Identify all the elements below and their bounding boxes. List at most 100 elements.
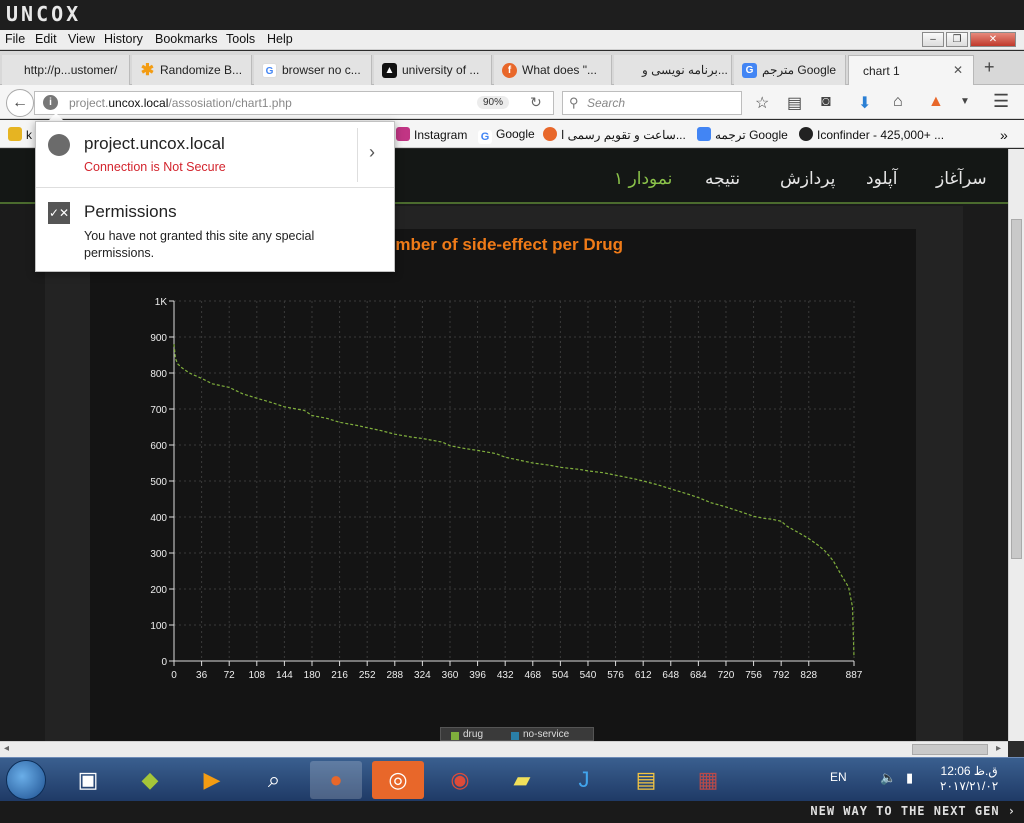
scroll-right-icon[interactable]: ▸ [996, 743, 1001, 754]
tab-customer[interactable]: http://p...ustomer/ [2, 55, 130, 85]
permissions-title: Permissions [84, 202, 177, 221]
x-tick-label: 468 [524, 670, 541, 681]
x-tick-label: 612 [635, 670, 652, 681]
site-info-icon[interactable]: i [43, 95, 58, 110]
system-clock[interactable]: 12:06 ق.ظ ۲۰۱۷/۲۱/۰۲ [940, 764, 998, 794]
x-tick-label: 396 [469, 670, 486, 681]
tab-bar: http://p...ustomer/ ✱ Randomize B... G b… [0, 51, 1024, 85]
bookmark-google-translate[interactable]: ترجمه Google [697, 127, 788, 142]
extension-dropdown-icon[interactable]: ▼ [960, 96, 970, 107]
google-icon: G [478, 130, 492, 144]
tab-label: chart 1 [863, 64, 900, 78]
chart-legend: drug no-service [440, 727, 594, 741]
y-tick-label: 800 [150, 369, 167, 380]
jetbrains-icon[interactable]: J [558, 761, 610, 799]
tab-chart-1[interactable]: chart 1 ✕ [848, 55, 974, 85]
menu-help[interactable]: Help [267, 32, 293, 46]
vertical-scroll-thumb[interactable] [1011, 219, 1022, 559]
x-tick-label: 108 [248, 670, 265, 681]
menu-history[interactable]: History [104, 32, 143, 46]
firefox-icon: f [502, 63, 517, 78]
os-brand-logo: UNCOX [6, 2, 82, 26]
folder-icon [8, 127, 22, 141]
firefox-taskbar-icon[interactable]: ● [310, 761, 362, 799]
menu-bookmarks[interactable]: Bookmarks [155, 32, 218, 46]
search-input[interactable]: ⚲ Search [562, 91, 742, 115]
reading-list-icon[interactable]: ▤ [787, 93, 802, 113]
download-icon[interactable]: ⬇ [858, 93, 871, 113]
hamburger-menu-icon[interactable]: ☰ [993, 91, 1009, 112]
horizontal-scrollbar[interactable]: ◂ ▸ [0, 741, 1008, 757]
legend-swatch-drug [451, 732, 459, 740]
menu-edit[interactable]: Edit [35, 32, 57, 46]
legend-label-no-service: no-service [523, 729, 570, 740]
series-line-drug [173, 344, 855, 658]
tab-browser-no-cache[interactable]: G browser no c... [254, 55, 372, 85]
vertical-scrollbar[interactable] [1008, 149, 1024, 741]
start-button[interactable] [6, 760, 46, 800]
zoom-indicator[interactable]: 90% [477, 96, 510, 109]
tab-label: برنامه نویسی و... [642, 63, 728, 77]
home-icon[interactable]: ⌂ [893, 93, 903, 111]
extension-icon[interactable]: ▲ [928, 93, 944, 111]
screenshot-app-icon[interactable]: ◎ [372, 761, 424, 799]
nox-app-icon[interactable]: ▣ [62, 761, 114, 799]
calendar-icon [543, 127, 557, 141]
more-info-arrow-icon[interactable]: › [369, 142, 375, 163]
bookmarks-overflow-icon[interactable]: » [1000, 127, 1008, 143]
y-tick-label: 200 [150, 585, 167, 596]
bookmark-persian-calendar[interactable]: ساعت و تقویم رسمی ا... [543, 127, 686, 142]
close-window-button[interactable]: ✕ [970, 32, 1016, 47]
minimize-button[interactable]: – [922, 32, 944, 47]
tab-what-does[interactable]: f What does "... [494, 55, 612, 85]
keyboard-language[interactable]: EN [830, 770, 847, 784]
file-explorer-icon[interactable]: ▤ [620, 761, 672, 799]
tab-persian-programming[interactable]: برنامه نویسی و... [614, 55, 732, 85]
pocket-icon[interactable]: ◙ [821, 93, 831, 111]
bookmark-google[interactable]: G Google [478, 127, 535, 144]
x-tick-label: 0 [171, 670, 177, 681]
bookmark-instagram[interactable]: Instagram [396, 127, 467, 142]
tab-google-translate[interactable]: G مترجم Google [734, 55, 846, 85]
x-tick-label: 288 [386, 670, 403, 681]
android-studio-icon[interactable]: ◆ [124, 761, 176, 799]
scroll-left-icon[interactable]: ◂ [4, 743, 9, 754]
menu-view[interactable]: View [68, 32, 95, 46]
translate-icon: G [742, 63, 757, 78]
x-tick-label: 36 [196, 670, 208, 681]
horizontal-scroll-thumb[interactable] [912, 744, 988, 755]
x-tick-label: 720 [718, 670, 735, 681]
y-tick-label: 600 [150, 441, 167, 452]
maximize-button[interactable]: ❐ [946, 32, 968, 47]
close-tab-icon[interactable]: ✕ [953, 63, 963, 77]
network-icon[interactable]: ▮ [906, 770, 913, 786]
popup-divider [357, 128, 358, 182]
tab-label: مترجم Google [762, 63, 837, 77]
url-bar[interactable]: i project.uncox.local/assosiation/chart1… [34, 91, 554, 115]
new-tab-icon[interactable]: + [984, 57, 995, 78]
tab-label: http://p...ustomer/ [24, 63, 118, 77]
chrome-icon[interactable]: ◉ [434, 761, 486, 799]
menu-file[interactable]: File [5, 32, 25, 46]
iconfinder-icon [799, 127, 813, 141]
volume-icon[interactable]: 🔈 [880, 770, 896, 786]
bookmark-star-icon[interactable]: ☆ [755, 93, 769, 113]
university-icon: ▲ [382, 63, 397, 78]
permissions-icon: ✓✕ [48, 202, 70, 224]
sticky-notes-icon[interactable]: ▰ [496, 761, 548, 799]
os-bottom-bar: NEW WAY TO THE NEXT GEN › [0, 801, 1024, 823]
tab-randomize[interactable]: ✱ Randomize B... [132, 55, 252, 85]
x-tick-label: 324 [414, 670, 431, 681]
tab-university[interactable]: ▲ university of ... [374, 55, 492, 85]
search-placeholder: Search [587, 96, 626, 110]
menu-tools[interactable]: Tools [226, 32, 255, 46]
search-files-icon[interactable]: ⌕ [248, 761, 300, 799]
x-tick-label: 360 [442, 670, 459, 681]
back-button[interactable]: ← [6, 89, 34, 117]
winrar-icon[interactable]: ▦ [682, 761, 734, 799]
media-player-icon[interactable]: ▶ [186, 761, 238, 799]
reload-icon[interactable]: ↻ [530, 94, 542, 111]
bookmark-folder[interactable]: k [8, 127, 32, 142]
bookmark-iconfinder[interactable]: Iconfinder - 425,000+ ... [799, 127, 944, 142]
x-tick-label: 828 [800, 670, 817, 681]
